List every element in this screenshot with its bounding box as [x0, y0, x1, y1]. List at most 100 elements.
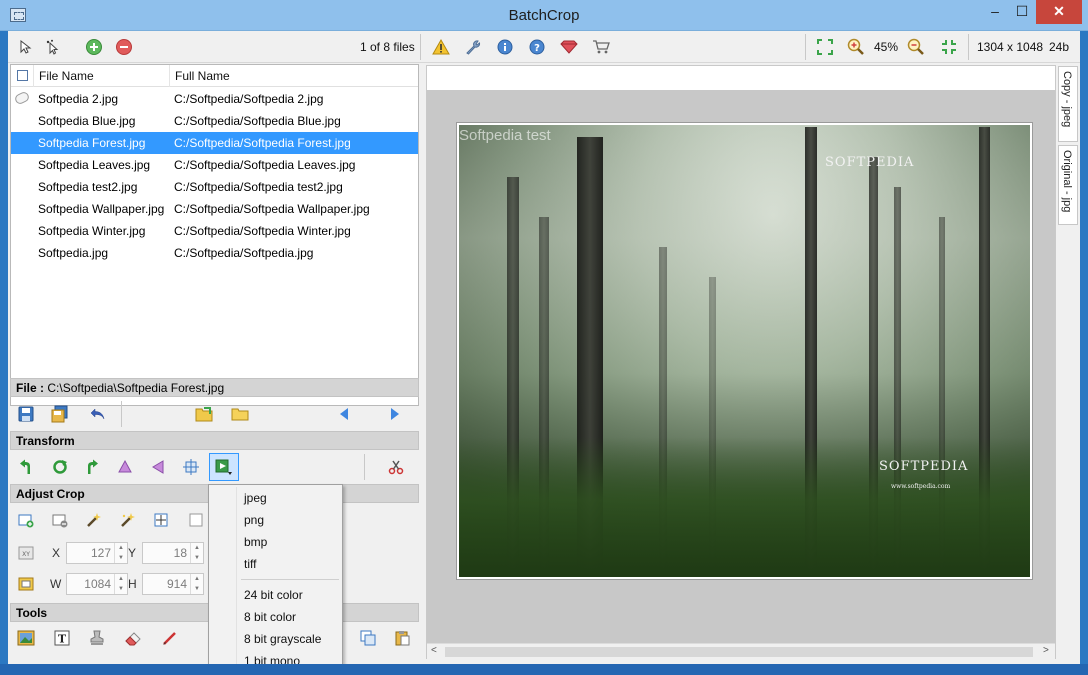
pen-icon[interactable]	[160, 628, 180, 648]
fit-icon[interactable]	[815, 37, 835, 57]
y-input[interactable]: 18 ▲ ▼	[142, 542, 204, 564]
wrench-icon[interactable]	[463, 37, 483, 57]
file-row[interactable]: Softpedia.jpg C:/Softpedia/Softpedia.jpg	[11, 242, 418, 264]
flip-vertical-icon[interactable]	[115, 457, 135, 477]
toolbar-separator	[364, 454, 365, 480]
crop-scissors-icon[interactable]	[386, 457, 406, 477]
scrollbar-thumb[interactable]	[445, 647, 1033, 657]
window-title: BatchCrop	[508, 7, 580, 24]
x-stepper[interactable]: ▲ ▼	[114, 543, 127, 563]
add-crop-icon[interactable]	[16, 510, 36, 530]
tab-copy-jpeg[interactable]: Copy - jpeg	[1058, 66, 1078, 142]
svg-text:?: ?	[534, 43, 540, 54]
file-path-bar: File : C:\Softpedia\Softpedia Forest.jpg	[10, 378, 419, 397]
open-folder-icon[interactable]	[194, 404, 214, 424]
toolbar-separator	[420, 34, 421, 60]
text-tool-icon[interactable]: T	[52, 628, 72, 648]
taskbar	[0, 664, 1088, 675]
menu-item-tiff[interactable]: tiff	[244, 557, 256, 571]
preview-canvas[interactable]: Softpedia test SOFTPEDIA SOFTPEDIA www.s…	[427, 90, 1055, 643]
file-row[interactable]: Softpedia 2.jpg C:/Softpedia/Softpedia 2…	[11, 88, 418, 110]
paste-icon[interactable]	[392, 628, 412, 648]
column-divider[interactable]	[33, 65, 34, 87]
add-icon[interactable]	[84, 37, 104, 57]
select-all-checkbox[interactable]	[17, 70, 28, 81]
next-arrow-icon[interactable]	[385, 404, 405, 424]
rotate-180-icon[interactable]	[50, 457, 70, 477]
cart-icon[interactable]	[591, 37, 611, 57]
column-header-file-name[interactable]: File Name	[39, 69, 94, 83]
file-actions-toolbar	[10, 399, 419, 429]
menu-item-png[interactable]: png	[244, 513, 264, 527]
y-stepper[interactable]: ▲ ▼	[190, 543, 203, 563]
full-name: C:/Softpedia/Softpedia test2.jpg	[174, 180, 343, 194]
resize-icon[interactable]	[181, 457, 201, 477]
auto-crop-all-wand-icon[interactable]	[118, 510, 138, 530]
w-input[interactable]: 1084 ▲ ▼	[66, 573, 128, 595]
minimize-button[interactable]: –	[982, 0, 1008, 24]
output-format-button[interactable]	[209, 453, 239, 481]
file-name: Softpedia Leaves.jpg	[38, 158, 151, 172]
transform-section-header[interactable]: Transform	[10, 431, 419, 450]
file-row-selected[interactable]: Softpedia Forest.jpg C:/Softpedia/Softpe…	[11, 132, 418, 154]
auto-crop-wand-icon[interactable]	[84, 510, 104, 530]
h-value: 914	[166, 577, 187, 591]
grid-crop-icon[interactable]	[186, 510, 206, 530]
stamp-icon[interactable]	[87, 628, 107, 648]
folder-icon[interactable]	[230, 404, 250, 424]
maximize-button[interactable]: ☐	[1009, 0, 1035, 24]
undo-icon[interactable]	[88, 404, 108, 424]
close-button[interactable]: ✕	[1036, 0, 1082, 24]
magic-select-icon[interactable]	[42, 37, 62, 57]
save-all-icon[interactable]	[50, 404, 70, 424]
image-preview-panel[interactable]: Softpedia test SOFTPEDIA SOFTPEDIA www.s…	[426, 65, 1056, 659]
x-input[interactable]: 127 ▲ ▼	[66, 542, 128, 564]
warning-icon[interactable]	[431, 37, 451, 57]
menu-item-24-bit-color[interactable]: 24 bit color	[244, 588, 303, 602]
output-format-menu: jpeg png bmp tiff 24 bit color 8 bit col…	[208, 484, 343, 673]
remove-icon[interactable]	[114, 37, 134, 57]
file-list[interactable]: File Name Full Name Softpedia 2.jpg C:/S…	[10, 64, 419, 406]
remove-crop-icon[interactable]	[50, 510, 70, 530]
rotate-right-icon[interactable]	[82, 457, 102, 477]
save-icon[interactable]	[16, 404, 36, 424]
gem-icon[interactable]	[559, 37, 579, 57]
crop-frame[interactable]: Softpedia test SOFTPEDIA SOFTPEDIA www.s…	[456, 122, 1033, 580]
file-row[interactable]: Softpedia Wallpaper.jpg C:/Softpedia/Sof…	[11, 198, 418, 220]
info-icon[interactable]	[495, 37, 515, 57]
file-row[interactable]: Softpedia Leaves.jpg C:/Softpedia/Softpe…	[11, 154, 418, 176]
main-toolbar: 1 of 8 files ? 45% 1304 x 1048 24b	[8, 31, 1080, 63]
zoom-in-icon[interactable]	[846, 37, 866, 57]
size-icon	[16, 574, 36, 594]
copy-icon[interactable]	[358, 628, 378, 648]
toolbar-separator	[805, 34, 806, 60]
image-icon[interactable]	[16, 628, 36, 648]
help-icon[interactable]: ?	[527, 37, 547, 57]
tab-original-jpg[interactable]: Original - jpg	[1058, 145, 1078, 225]
h-input[interactable]: 914 ▲ ▼	[142, 573, 204, 595]
menu-item-8-bit-grayscale[interactable]: 8 bit grayscale	[244, 632, 321, 646]
previous-arrow-icon[interactable]	[334, 404, 354, 424]
center-crop-icon[interactable]	[151, 510, 171, 530]
file-row[interactable]: Softpedia Blue.jpg C:/Softpedia/Softpedi…	[11, 110, 418, 132]
file-row[interactable]: Softpedia Winter.jpg C:/Softpedia/Softpe…	[11, 220, 418, 242]
flip-horizontal-icon[interactable]	[148, 457, 168, 477]
rotate-left-icon[interactable]	[16, 457, 36, 477]
scroll-left-icon[interactable]: <	[431, 645, 437, 656]
column-divider[interactable]	[169, 65, 170, 87]
horizontal-scrollbar[interactable]: < >	[427, 643, 1055, 659]
actual-size-icon[interactable]	[939, 37, 959, 57]
menu-item-bmp[interactable]: bmp	[244, 535, 267, 549]
eraser-icon[interactable]	[123, 628, 143, 648]
file-row[interactable]: Softpedia test2.jpg C:/Softpedia/Softped…	[11, 176, 418, 198]
bit-depth: 24b	[1049, 40, 1070, 54]
w-stepper[interactable]: ▲ ▼	[114, 574, 127, 594]
menu-item-8-bit-color[interactable]: 8 bit color	[244, 610, 296, 624]
select-arrow-icon[interactable]	[16, 37, 36, 57]
column-header-full-name[interactable]: Full Name	[175, 69, 230, 83]
zoom-out-icon[interactable]	[906, 37, 926, 57]
file-name: Softpedia.jpg	[38, 246, 109, 260]
menu-item-jpeg[interactable]: jpeg	[244, 491, 267, 505]
scroll-right-icon[interactable]: >	[1043, 645, 1049, 656]
h-stepper[interactable]: ▲ ▼	[190, 574, 203, 594]
